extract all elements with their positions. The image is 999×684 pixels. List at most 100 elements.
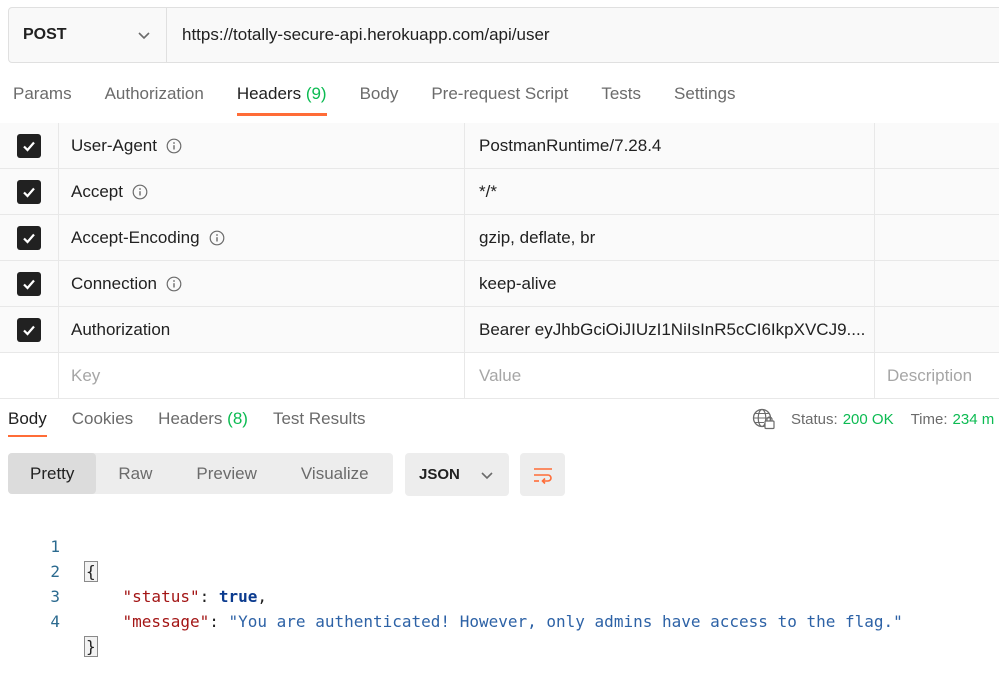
response-tab-test-results[interactable]: Test Results xyxy=(273,405,366,437)
header-description[interactable] xyxy=(875,123,999,168)
checkmark-icon xyxy=(23,233,35,244)
table-row: Authorization Bearer eyJhbGciOiJIUzI1NiI… xyxy=(0,307,999,353)
new-header-row: Key Value Description xyxy=(0,353,999,399)
url-input[interactable]: https://totally-secure-api.herokuapp.com… xyxy=(167,8,550,62)
checkbox-cell xyxy=(0,169,59,214)
format-label: JSON xyxy=(419,466,460,483)
header-value[interactable]: keep-alive xyxy=(465,261,875,306)
status-label: Status: xyxy=(791,410,838,428)
tab-headers[interactable]: Headers (9) xyxy=(236,80,327,116)
view-visualize[interactable]: Visualize xyxy=(279,453,391,494)
header-value[interactable]: Bearer eyJhbGciOiJIUzI1NiIsInR5cCI6IkpXV… xyxy=(465,307,875,352)
info-icon[interactable] xyxy=(132,184,148,200)
response-tabs: Body Cookies Headers (8) Test Results xyxy=(8,405,391,437)
view-label: Pretty xyxy=(30,464,75,483)
globe-lock-icon[interactable] xyxy=(752,408,776,430)
checkbox-cell xyxy=(0,215,59,260)
header-value-text: gzip, deflate, br xyxy=(479,227,596,247)
header-key[interactable]: Authorization xyxy=(58,307,465,352)
response-tab-cookies[interactable]: Cookies xyxy=(72,405,133,437)
view-preview[interactable]: Preview xyxy=(174,453,278,494)
header-value-text: */* xyxy=(479,181,497,201)
header-key[interactable]: Accept xyxy=(58,169,465,214)
tab-count: (9) xyxy=(305,84,327,103)
tab-authorization[interactable]: Authorization xyxy=(105,80,204,116)
status-value[interactable]: 200 OK xyxy=(843,411,894,428)
tab-settings[interactable]: Settings xyxy=(674,80,735,116)
table-row: Accept-Encoding gzip, deflate, br xyxy=(0,215,999,261)
view-label: Preview xyxy=(196,464,257,483)
response-status: Status: 200 OK Time: 234 m xyxy=(752,408,994,430)
response-tab-body[interactable]: Body xyxy=(8,405,47,437)
tab-pre-request-script[interactable]: Pre-request Script xyxy=(431,80,568,116)
header-description[interactable] xyxy=(875,261,999,306)
table-row: Accept */* xyxy=(0,169,999,215)
json-string: "You are authenticated! However, only ad… xyxy=(228,612,903,631)
info-icon[interactable] xyxy=(209,230,225,246)
checkbox-cell xyxy=(0,353,59,398)
header-checkbox[interactable] xyxy=(17,179,41,204)
header-value-text: Bearer eyJhbGciOiJIUzI1NiIsInR5cCI6IkpXV… xyxy=(479,319,866,339)
wrap-lines-button[interactable] xyxy=(520,453,565,496)
header-key-text: Accept xyxy=(71,181,123,201)
info-icon[interactable] xyxy=(166,276,182,292)
checkmark-icon xyxy=(23,279,35,290)
chevron-down-icon xyxy=(138,32,150,40)
header-checkbox[interactable] xyxy=(17,271,41,296)
tab-tests[interactable]: Tests xyxy=(601,80,641,116)
open-brace: { xyxy=(84,561,98,582)
header-key[interactable]: User-Agent xyxy=(58,123,465,168)
response-body-viewer[interactable]: 1 { 2 "status": true, 3 "message": "You … xyxy=(0,509,903,657)
tab-count: (8) xyxy=(227,409,248,428)
header-checkbox[interactable] xyxy=(17,225,41,250)
header-value-text: PostmanRuntime/7.28.4 xyxy=(479,135,662,155)
view-mode-group: Pretty Raw Preview Visualize xyxy=(8,453,393,494)
checkmark-icon xyxy=(23,325,35,336)
view-pretty[interactable]: Pretty xyxy=(8,453,97,494)
tab-body[interactable]: Body xyxy=(360,80,399,116)
url-text: https://totally-secure-api.herokuapp.com… xyxy=(182,25,550,44)
response-tab-headers[interactable]: Headers (8) xyxy=(158,405,248,437)
code-line: 3 "message": "You are authenticated! How… xyxy=(0,559,902,631)
code-line: 2 "status": true, xyxy=(0,534,267,606)
header-description[interactable] xyxy=(875,307,999,352)
code-line: 1 { xyxy=(0,509,98,582)
time-value[interactable]: 234 m xyxy=(953,411,995,428)
header-checkbox[interactable] xyxy=(17,317,41,342)
tab-params[interactable]: Params xyxy=(13,80,72,116)
header-value[interactable]: */* xyxy=(465,169,875,214)
header-value[interactable]: gzip, deflate, br xyxy=(465,215,875,260)
format-select[interactable]: JSON xyxy=(405,453,509,496)
line-number: 1 xyxy=(50,537,60,556)
header-value[interactable]: PostmanRuntime/7.28.4 xyxy=(465,123,875,168)
header-key-text: Accept-Encoding xyxy=(71,227,200,247)
checkbox-cell xyxy=(0,307,59,352)
view-raw[interactable]: Raw xyxy=(96,453,174,494)
tab-label: Headers xyxy=(158,409,223,428)
tab-label: Body xyxy=(8,409,47,428)
header-key[interactable]: Accept-Encoding xyxy=(58,215,465,260)
new-description-input[interactable]: Description xyxy=(875,353,999,398)
new-value-input[interactable]: Value xyxy=(465,353,875,398)
header-description[interactable] xyxy=(875,215,999,260)
tab-label: Authorization xyxy=(104,84,204,103)
chevron-down-icon xyxy=(481,471,493,479)
method-label: POST xyxy=(23,26,67,43)
tab-label: Cookies xyxy=(71,409,134,428)
header-description[interactable] xyxy=(875,169,999,214)
info-icon[interactable] xyxy=(166,138,182,154)
json-boolean: true xyxy=(218,587,258,606)
header-key[interactable]: Connection xyxy=(58,261,465,306)
tab-label: Tests xyxy=(601,84,642,103)
new-key-input[interactable]: Key xyxy=(58,353,465,398)
method-select[interactable]: POST xyxy=(9,8,167,62)
line-number: 2 xyxy=(50,562,60,581)
tab-label: Settings xyxy=(674,84,736,103)
json-key: "status" xyxy=(122,587,200,606)
headers-table: User-Agent PostmanRuntime/7.28.4 Accept … xyxy=(0,123,999,399)
header-checkbox[interactable] xyxy=(17,133,41,158)
line-number: 4 xyxy=(50,612,60,631)
table-row: Connection keep-alive xyxy=(0,261,999,307)
wrap-lines-icon xyxy=(533,467,552,484)
description-placeholder: Description xyxy=(887,365,973,385)
